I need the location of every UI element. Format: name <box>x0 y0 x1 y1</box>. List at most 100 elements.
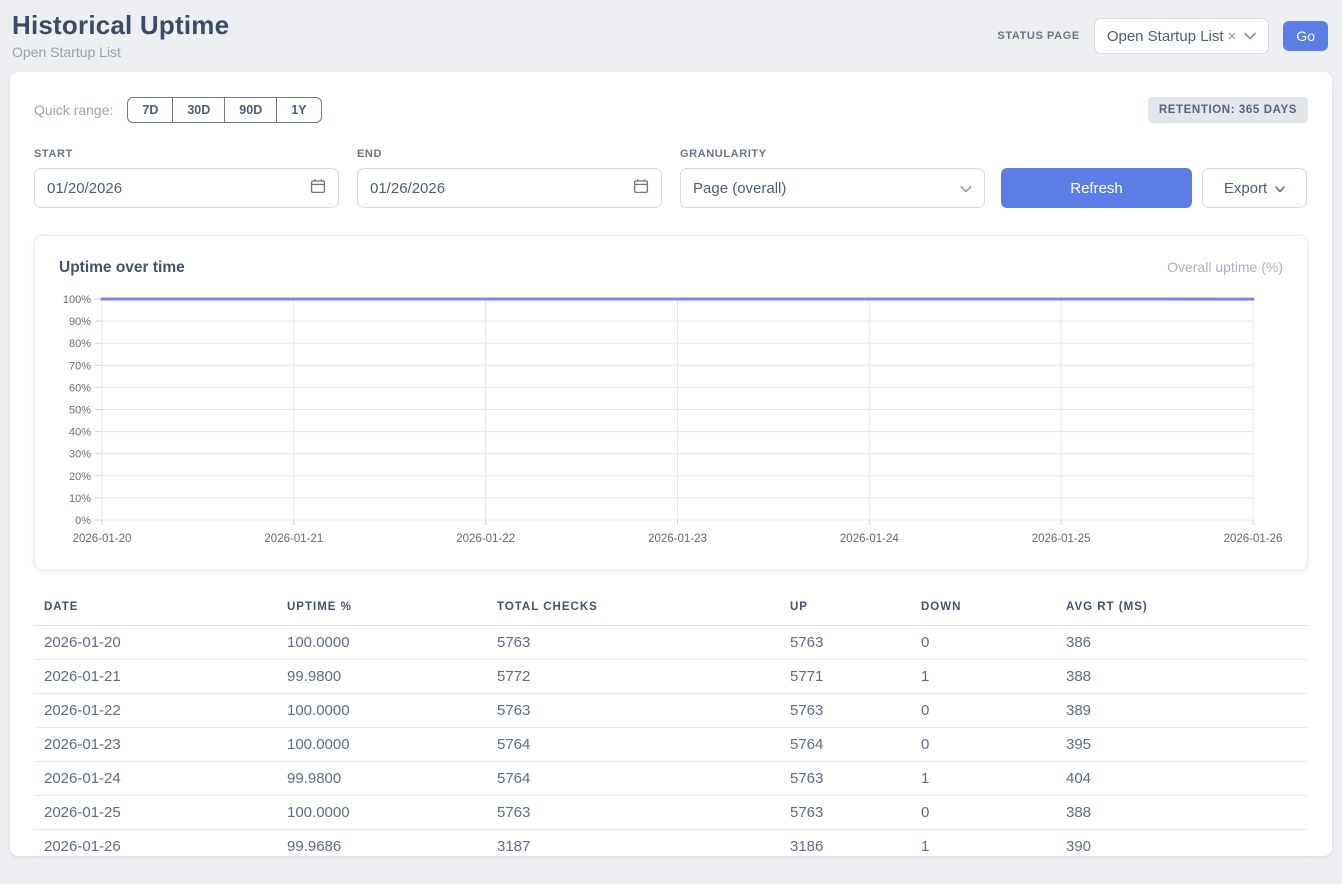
x-axis-label: 2026-01-25 <box>1032 533 1091 545</box>
quick-range-group: Quick range: 7D30D90D1Y <box>34 97 322 123</box>
table-cell: 5763 <box>780 626 911 660</box>
table-cell: 99.9800 <box>277 762 487 796</box>
clear-icon[interactable]: × <box>1228 28 1237 45</box>
table-cell: 2026-01-25 <box>34 796 277 830</box>
table-cell: 2026-01-24 <box>34 762 277 796</box>
retention-badge: RETENTION: 365 DAYS <box>1148 97 1308 123</box>
status-page-label: STATUS PAGE <box>997 30 1079 42</box>
y-axis-label: 20% <box>69 471 91 483</box>
table-cell: 2026-01-26 <box>34 830 277 864</box>
table-cell: 5763 <box>487 796 780 830</box>
chart-legend-label: Overall uptime (%) <box>1167 259 1283 277</box>
go-button[interactable]: Go <box>1283 21 1328 51</box>
table-column-header: UP <box>780 593 911 626</box>
table-cell: 2026-01-20 <box>34 626 277 660</box>
table-cell: 100.0000 <box>277 626 487 660</box>
x-axis-label: 2026-01-23 <box>648 533 707 545</box>
header: Historical Uptime Open Startup List STAT… <box>0 0 1342 62</box>
table-row: 2026-01-25100.0000576357630388 <box>34 796 1308 830</box>
table-row: 2026-01-2499.9800576457631404 <box>34 762 1308 796</box>
table-cell: 99.9686 <box>277 830 487 864</box>
end-date-input[interactable]: 01/26/2026 <box>357 168 662 208</box>
table-column-header: UPTIME % <box>277 593 487 626</box>
calendar-icon[interactable] <box>310 178 326 198</box>
export-button[interactable]: Export <box>1202 168 1307 208</box>
start-date-value: 01/20/2026 <box>47 180 122 197</box>
granularity-label: GRANULARITY <box>680 148 985 160</box>
table-cell: 5763 <box>487 694 780 728</box>
uptime-table-head: DATEUPTIME %TOTAL CHECKSUPDOWNAVG RT (MS… <box>34 593 1308 626</box>
table-row: 2026-01-20100.0000576357630386 <box>34 626 1308 660</box>
table-cell: 404 <box>1056 762 1308 796</box>
quick-range-button-7d[interactable]: 7D <box>127 97 173 123</box>
table-column-header: DATE <box>34 593 277 626</box>
table-cell: 1 <box>911 762 1056 796</box>
y-axis-label: 60% <box>69 382 91 394</box>
table-cell: 2026-01-22 <box>34 694 277 728</box>
page: Historical Uptime Open Startup List STAT… <box>0 0 1342 884</box>
chevron-down-icon <box>1275 180 1285 197</box>
quick-range-button-1y[interactable]: 1Y <box>276 97 321 123</box>
table-row: 2026-01-2699.9686318731861390 <box>34 830 1308 864</box>
uptime-table: DATEUPTIME %TOTAL CHECKSUPDOWNAVG RT (MS… <box>34 593 1308 864</box>
table-cell: 386 <box>1056 626 1308 660</box>
header-titles: Historical Uptime Open Startup List <box>12 10 229 60</box>
x-axis-label: 2026-01-21 <box>264 533 323 545</box>
y-axis-label: 50% <box>69 405 91 417</box>
table-cell: 388 <box>1056 660 1308 694</box>
start-date-input[interactable]: 01/20/2026 <box>34 168 339 208</box>
status-page-select[interactable]: Open Startup List × <box>1094 18 1270 54</box>
uptime-chart-card: 0%10%20%30%40%50%60%70%80%90%100%2026-01… <box>34 235 1308 571</box>
table-row: 2026-01-22100.0000576357630389 <box>34 694 1308 728</box>
table-cell: 3187 <box>487 830 780 864</box>
table-cell: 3186 <box>780 830 911 864</box>
refresh-button[interactable]: Refresh <box>1001 168 1192 208</box>
start-date-field: START 01/20/2026 <box>34 148 339 208</box>
table-cell: 5763 <box>487 626 780 660</box>
table-column-header: TOTAL CHECKS <box>487 593 780 626</box>
quick-range-button-90d[interactable]: 90D <box>224 97 277 123</box>
x-axis-label: 2026-01-24 <box>840 533 899 545</box>
granularity-select[interactable]: Page (overall) <box>680 168 985 208</box>
header-right: STATUS PAGE Open Startup List × Go <box>997 18 1328 54</box>
granularity-field: GRANULARITY Page (overall) <box>680 148 985 208</box>
table-column-header: DOWN <box>911 593 1056 626</box>
table-cell: 388 <box>1056 796 1308 830</box>
table-cell: 100.0000 <box>277 728 487 762</box>
x-axis-label: 2026-01-26 <box>1224 533 1283 545</box>
table-cell: 5763 <box>780 762 911 796</box>
table-cell: 1 <box>911 830 1056 864</box>
table-cell: 100.0000 <box>277 796 487 830</box>
table-cell: 5764 <box>780 728 911 762</box>
status-page-select-value: Open Startup List <box>1107 28 1224 45</box>
table-cell: 2026-01-21 <box>34 660 277 694</box>
y-axis-label: 40% <box>69 427 91 439</box>
quick-range-label: Quick range: <box>34 102 113 118</box>
quick-range-button-30d[interactable]: 30D <box>172 97 225 123</box>
quick-range-row: Quick range: 7D30D90D1Y RETENTION: 365 D… <box>34 96 1308 124</box>
x-axis-label: 2026-01-22 <box>456 533 515 545</box>
table-cell: 390 <box>1056 830 1308 864</box>
table-cell: 5771 <box>780 660 911 694</box>
table-cell: 0 <box>911 796 1056 830</box>
main-card: Quick range: 7D30D90D1Y RETENTION: 365 D… <box>10 72 1332 856</box>
export-button-label: Export <box>1224 180 1267 197</box>
table-cell: 0 <box>911 694 1056 728</box>
y-axis-label: 80% <box>69 338 91 350</box>
table-cell: 5764 <box>487 762 780 796</box>
y-axis-label: 70% <box>69 360 91 372</box>
uptime-table-body: 2026-01-20100.00005763576303862026-01-21… <box>34 626 1308 864</box>
table-cell: 1 <box>911 660 1056 694</box>
chart-title: Uptime over time <box>59 259 185 277</box>
calendar-icon[interactable] <box>633 178 649 198</box>
table-row: 2026-01-2199.9800577257711388 <box>34 660 1308 694</box>
end-date-value: 01/26/2026 <box>370 180 445 197</box>
table-cell: 5763 <box>780 796 911 830</box>
table-column-header: AVG RT (MS) <box>1056 593 1308 626</box>
y-axis-label: 0% <box>75 515 91 527</box>
table-cell: 100.0000 <box>277 694 487 728</box>
table-cell: 0 <box>911 626 1056 660</box>
table-cell: 5763 <box>780 694 911 728</box>
table-cell: 5772 <box>487 660 780 694</box>
chevron-down-icon <box>960 180 972 197</box>
